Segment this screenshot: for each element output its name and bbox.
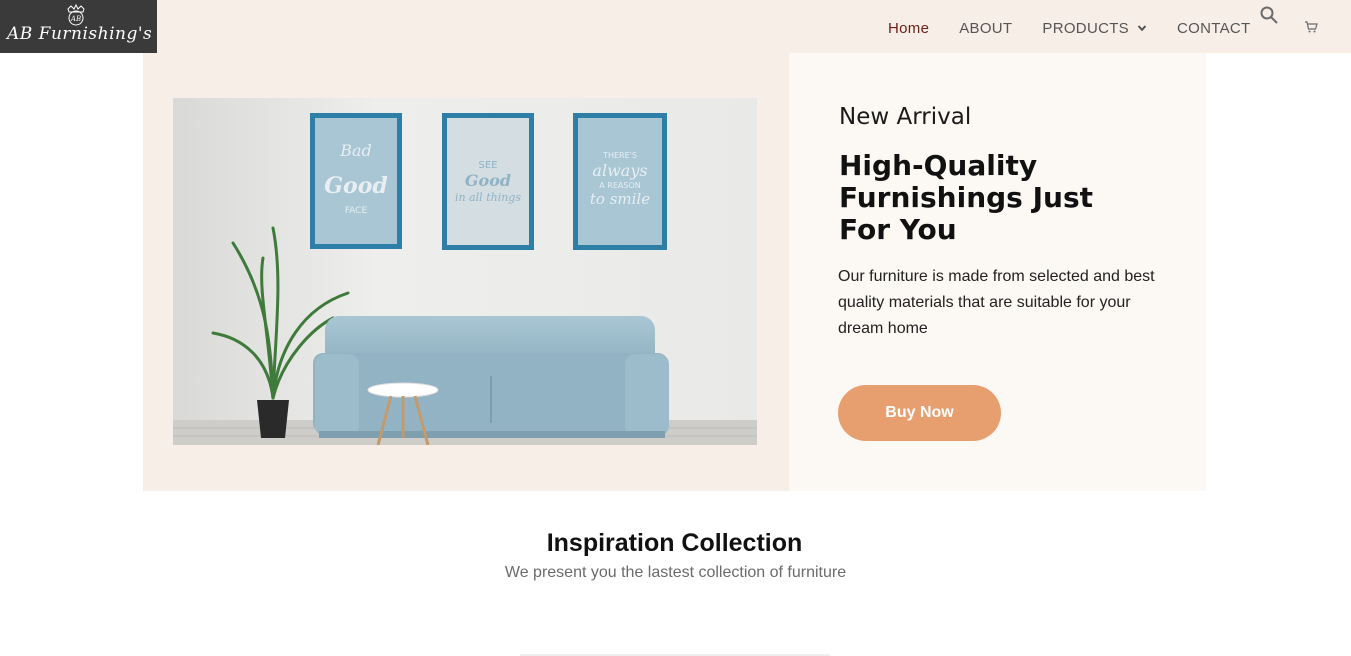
- svg-text:always: always: [592, 161, 647, 180]
- chevron-down-icon: [1137, 25, 1147, 32]
- hero-headline: High-Quality Furnishings Just For You: [839, 149, 1093, 246]
- main-nav: Home ABOUT PRODUCTS CONTACT: [888, 18, 1280, 38]
- site-header: AB AB Furnishing's Home ABOUT PRODUCTS C…: [0, 0, 1351, 53]
- svg-text:SEE: SEE: [479, 160, 498, 171]
- poster-1: Bad Good FACE: [310, 113, 402, 249]
- svg-text:Good: Good: [324, 173, 388, 199]
- svg-text:FACE: FACE: [345, 206, 368, 216]
- nav-contact[interactable]: CONTACT: [1177, 20, 1250, 37]
- poster-2: SEE Good in all things: [442, 113, 534, 250]
- brand-logo[interactable]: AB AB Furnishing's: [0, 0, 157, 53]
- section-header: Inspiration Collection: [0, 529, 1351, 558]
- nav-about[interactable]: ABOUT: [959, 20, 1012, 37]
- crest-letters: AB: [70, 15, 81, 23]
- svg-text:to smile: to smile: [590, 190, 650, 208]
- svg-text:THERE'S: THERE'S: [602, 151, 637, 160]
- living-room-illustration: Bad Good FACE SEE Good in all things THE…: [173, 98, 757, 445]
- poster-3: THERE'S always A REASON to smile: [573, 113, 667, 250]
- sofa: [313, 316, 669, 438]
- buy-now-button[interactable]: Buy Now: [838, 385, 1001, 441]
- section-subtitle: We present you the lastest collection of…: [504, 564, 847, 581]
- nav-products-label: PRODUCTS: [1042, 19, 1129, 37]
- hero-image: Bad Good FACE SEE Good in all things THE…: [173, 98, 757, 445]
- section-title: Inspiration Collection: [546, 529, 803, 557]
- svg-text:Bad: Bad: [339, 141, 372, 160]
- search-icon[interactable]: [1259, 5, 1279, 25]
- svg-text:in all things: in all things: [455, 191, 521, 204]
- nav-products[interactable]: PRODUCTS: [1042, 20, 1147, 37]
- brand-name: AB Furnishing's: [7, 24, 153, 44]
- hero-description: Our furniture is made from selected and …: [838, 268, 1155, 337]
- hero-eyebrow: New Arrival: [839, 104, 972, 130]
- svg-text:A REASON: A REASON: [599, 181, 640, 190]
- svg-text:Good: Good: [465, 171, 511, 190]
- cart-icon[interactable]: [1304, 20, 1318, 34]
- nav-home[interactable]: Home: [888, 20, 929, 37]
